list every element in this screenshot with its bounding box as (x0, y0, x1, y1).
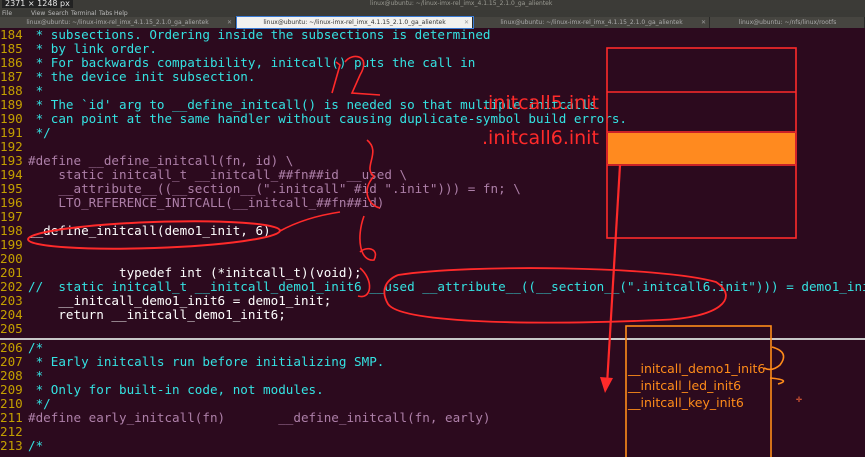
crosshair-cursor-icon: ✛ (796, 394, 803, 405)
arrow-down-icon (600, 377, 613, 393)
initcall6-highlight (608, 133, 795, 164)
annotation-initcall5: .initcall5.init (482, 92, 599, 114)
section-entry-led: __initcall_led_init6 (628, 378, 742, 393)
section-entry-demo1: __initcall_demo1_init6 (628, 361, 766, 376)
annotation-initcall6: .initcall6.init (482, 127, 599, 149)
section-entry-key: __initcall_key_init6 (628, 395, 744, 410)
